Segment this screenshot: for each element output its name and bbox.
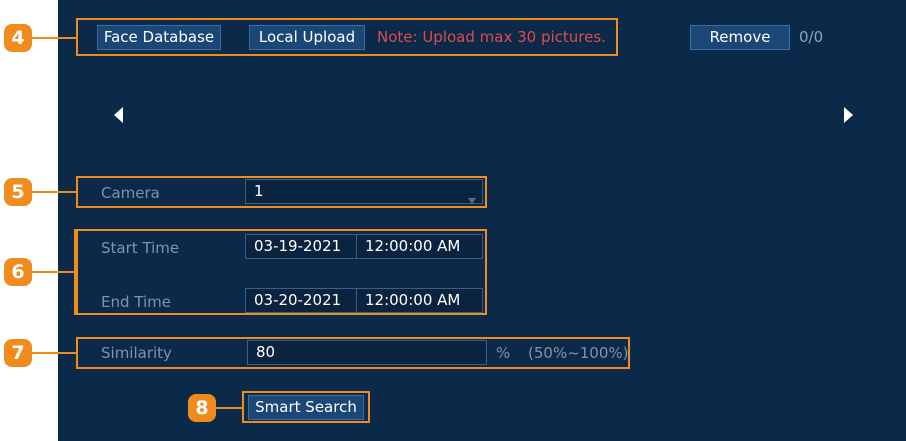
callout-8: 8 [188, 394, 216, 422]
callout-7-connector [32, 352, 76, 354]
start-time-field[interactable]: 12:00:00 AM [356, 234, 483, 259]
local-upload-button[interactable]: Local Upload [249, 25, 365, 50]
callout-6-connector [32, 271, 76, 273]
face-search-panel [58, 0, 906, 441]
end-date-field[interactable]: 03-20-2021 [245, 288, 357, 313]
chevron-down-icon [468, 188, 476, 204]
start-date-field[interactable]: 03-19-2021 [245, 234, 357, 259]
callout-6: 6 [4, 258, 32, 286]
callout-5-connector [32, 191, 76, 193]
similarity-input[interactable]: 80 [247, 340, 487, 365]
camera-select-value: 1 [254, 182, 264, 200]
start-time-label: Start Time [101, 239, 180, 257]
end-time-label: End Time [101, 293, 171, 311]
face-database-button[interactable]: Face Database [97, 25, 221, 50]
callout-7: 7 [4, 339, 32, 367]
camera-select[interactable]: 1 [245, 179, 483, 204]
callout-5: 5 [4, 178, 32, 206]
similarity-label: Similarity [101, 344, 172, 362]
triangle-left-icon[interactable] [113, 107, 125, 123]
similarity-unit: % [496, 344, 511, 362]
remove-button[interactable]: Remove [690, 25, 790, 50]
triangle-right-icon[interactable] [842, 107, 854, 123]
callout-4-connector [32, 37, 76, 39]
upload-note: Note: Upload max 30 pictures. [377, 28, 606, 46]
callout-4: 4 [4, 24, 32, 52]
similarity-range: (50%~100%) [528, 344, 629, 362]
end-time-field[interactable]: 12:00:00 AM [356, 288, 483, 313]
camera-label: Camera [101, 184, 160, 202]
smart-search-button[interactable]: Smart Search [248, 395, 364, 420]
callout-8-connector [216, 407, 242, 409]
picture-count: 0/0 [799, 28, 824, 46]
